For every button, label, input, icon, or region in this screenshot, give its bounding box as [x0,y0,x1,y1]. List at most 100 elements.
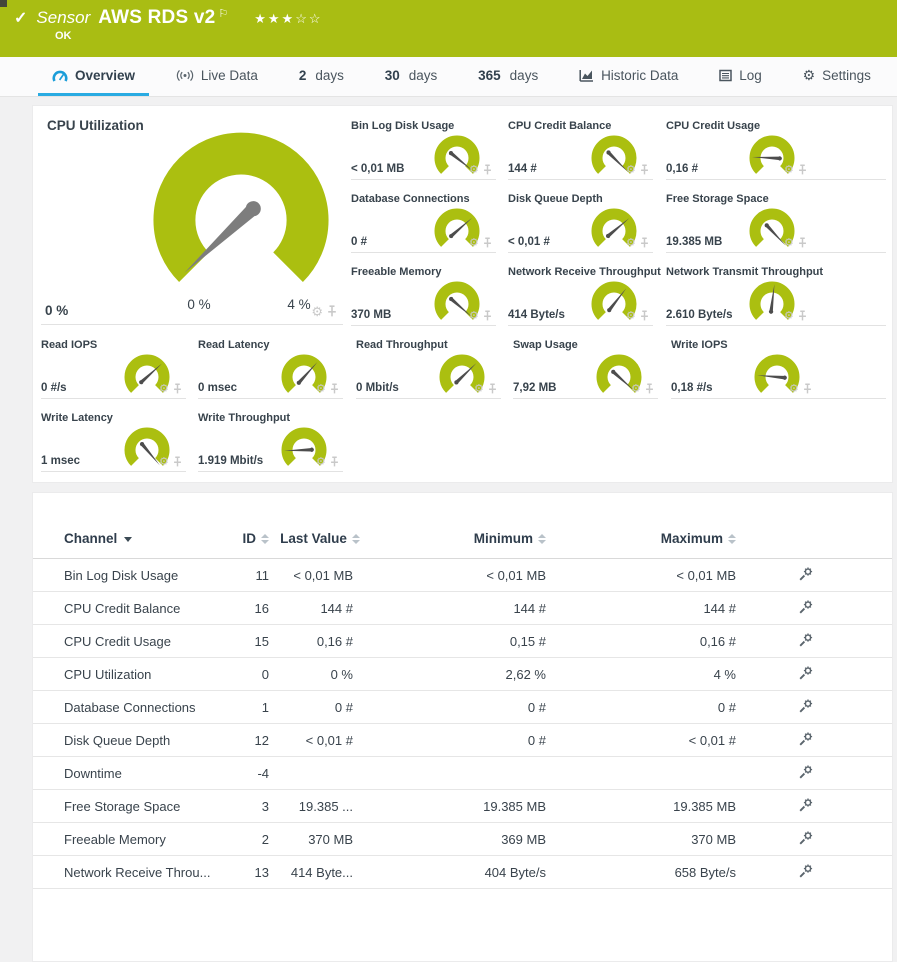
column-header-minimum[interactable]: Minimum [362,493,555,559]
gear-icon[interactable]: ⚙ [784,238,794,249]
pin-icon[interactable] [330,383,339,395]
gear-icon[interactable]: ⚙ [316,384,326,395]
gauge-value: 0,18 #/s [671,382,713,394]
gear-icon[interactable]: ⚙ [469,238,479,249]
check-icon: ✓ [14,8,27,28]
channel-name: Disk Queue Depth [33,724,238,757]
gear-icon[interactable]: ⚙ [626,238,636,249]
channel-minimum [362,757,555,790]
gauge-value: < 0,01 # [508,236,550,248]
sensor-header: ✓ Sensor AWS RDS v2 ⚐ ★★★☆☆ OK [0,0,897,57]
pin-icon[interactable] [640,164,649,176]
channel-maximum: 658 Byte/s [555,856,745,889]
status-badge: OK [55,30,72,42]
stars-filled[interactable]: ★★★ [254,11,295,26]
gauge-title: Read Latency [198,339,270,351]
gear-icon[interactable]: ⚙ [626,311,636,322]
channel-settings-gear-icon[interactable] [798,599,814,615]
table-row: Downtime -4 [33,757,892,790]
gauge-value: 0 msec [198,382,237,394]
channel-name: CPU Utilization [33,658,238,691]
sort-icon [538,534,546,544]
pin-icon[interactable] [803,383,812,395]
priority-stars[interactable]: ★★★☆☆ [254,11,322,27]
sort-icon [352,534,360,544]
channel-settings-gear-icon[interactable] [798,830,814,846]
pin-icon[interactable] [645,383,654,395]
tab-historic-data[interactable]: Historic Data [565,57,692,96]
gear-icon[interactable]: ⚙ [469,311,479,322]
channel-minimum: 0 # [362,724,555,757]
column-header-channel[interactable]: Channel [33,493,238,559]
pin-icon[interactable] [173,383,182,395]
channel-settings-gear-icon[interactable] [798,566,814,582]
pin-icon[interactable] [798,310,807,322]
channel-settings-gear-icon[interactable] [798,797,814,813]
gear-icon[interactable]: ⚙ [159,384,169,395]
channel-maximum: 0,16 # [555,625,745,658]
channel-maximum: 0 # [555,691,745,724]
gauge-card: Read Latency 0 msec ⚙ [198,338,343,399]
pin-icon[interactable] [327,305,337,318]
channel-settings-gear-icon[interactable] [798,863,814,879]
gear-icon[interactable]: ⚙ [469,165,479,176]
tab-30-days[interactable]: 30 days [371,57,452,96]
gear-icon[interactable]: ⚙ [784,165,794,176]
column-header-maximum[interactable]: Maximum [555,493,745,559]
flag-icon[interactable]: ⚐ [218,7,228,20]
gauge-dial [136,131,346,304]
gauge-card: CPU Credit Usage 0,16 # ⚙ [666,119,886,180]
tab-label-number: 30 [385,68,400,83]
gear-icon[interactable]: ⚙ [784,311,794,322]
gear-icon[interactable]: ⚙ [311,305,323,318]
channel-settings-gear-icon[interactable] [798,698,814,714]
gear-icon[interactable]: ⚙ [474,384,484,395]
tab-365-days[interactable]: 365 days [464,57,552,96]
gauge-card: Write IOPS 0,18 #/s ⚙ [671,338,886,399]
channel-table-panel: Channel ID Last Value Minimum Maximum Bi… [32,492,893,962]
stars-empty[interactable]: ☆☆ [295,11,322,26]
pin-icon[interactable] [483,164,492,176]
column-header-last-value[interactable]: Last Value [278,493,362,559]
tab-overview[interactable]: Overview [38,57,149,96]
pin-icon[interactable] [173,456,182,468]
pin-icon[interactable] [483,310,492,322]
gear-icon[interactable]: ⚙ [631,384,641,395]
pin-icon[interactable] [488,383,497,395]
channel-maximum [555,757,745,790]
tab-label: Overview [75,68,135,83]
log-icon [719,69,732,82]
pin-icon[interactable] [330,456,339,468]
tab-label: Log [739,68,762,83]
gauge-value: 370 MB [351,309,391,321]
pin-icon[interactable] [640,237,649,249]
channel-settings-gear-icon[interactable] [798,632,814,648]
tab-live-data[interactable]: Live Data [162,57,272,96]
channel-id: 0 [238,658,278,691]
table-row: CPU Credit Usage 15 0,16 # 0,15 # 0,16 # [33,625,892,658]
corner-artifact [0,0,7,7]
gear-icon[interactable]: ⚙ [626,165,636,176]
pin-icon[interactable] [798,164,807,176]
pin-icon[interactable] [483,237,492,249]
channel-settings-gear-icon[interactable] [798,764,814,780]
channel-settings-gear-icon[interactable] [798,665,814,681]
channel-last-value: 0 # [278,691,362,724]
gear-icon[interactable]: ⚙ [789,384,799,395]
gear-icon[interactable]: ⚙ [159,457,169,468]
column-header-id[interactable]: ID [238,493,278,559]
gauge-card: Network Receive Throughput 414 Byte/s ⚙ [508,265,653,326]
tab-log[interactable]: Log [705,57,776,96]
pin-icon[interactable] [640,310,649,322]
tab-label: Settings [822,68,871,83]
gauge-value: < 0,01 MB [351,163,404,175]
tab-2-days[interactable]: 2 days [285,57,358,96]
tab-settings[interactable]: ⚙ Settings [789,57,885,96]
channel-name: Freeable Memory [33,823,238,856]
channel-settings-gear-icon[interactable] [798,731,814,747]
gear-icon: ⚙ [803,68,816,82]
channel-minimum: 144 # [362,592,555,625]
pin-icon[interactable] [798,237,807,249]
channel-last-value: < 0,01 # [278,724,362,757]
gear-icon[interactable]: ⚙ [316,457,326,468]
